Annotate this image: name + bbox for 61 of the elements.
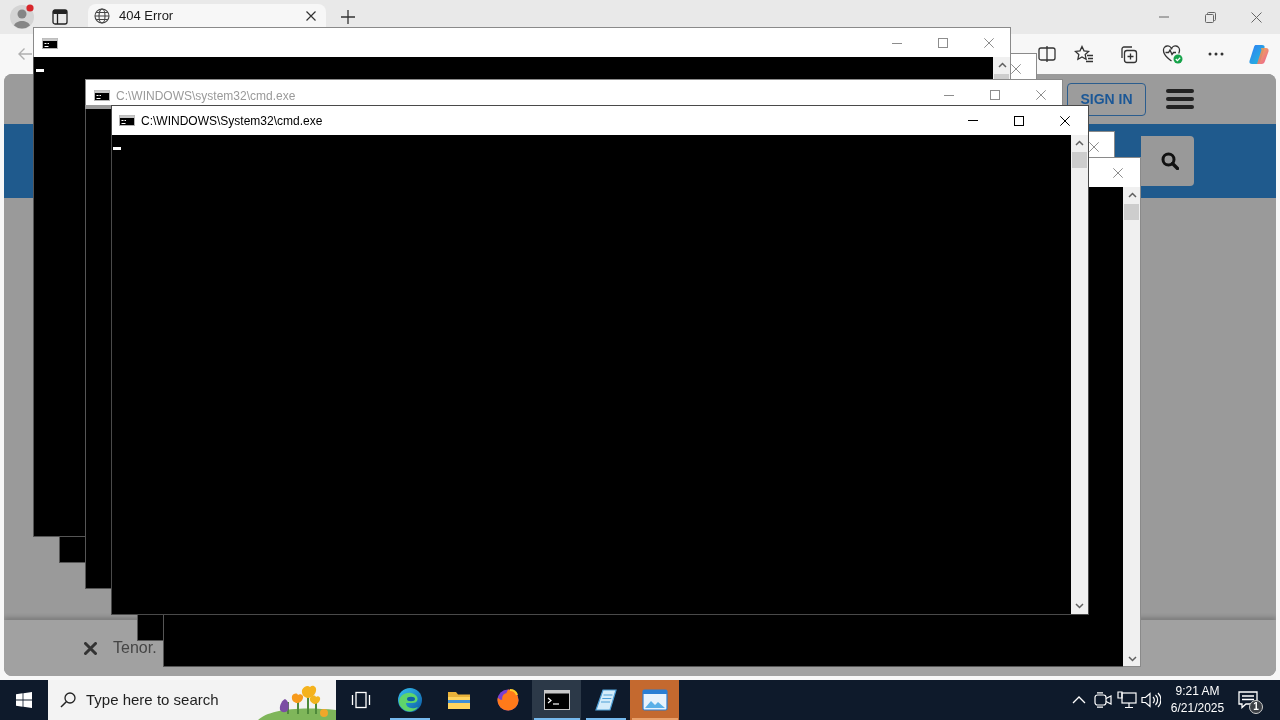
window-title: C:\WINDOWS\System32\cmd.exe <box>141 112 323 130</box>
close-icon[interactable] <box>306 10 316 21</box>
search-icon <box>60 692 76 708</box>
minimize-icon <box>968 120 978 121</box>
maximize-icon[interactable] <box>990 90 1000 100</box>
chevron-up-icon[interactable] <box>1075 140 1084 146</box>
browser-tab[interactable]: 404 Error <box>88 4 326 27</box>
task-view-icon <box>350 691 371 709</box>
maximize-icon <box>1014 115 1024 126</box>
notification-dot-icon <box>26 4 34 12</box>
chevron-down-icon[interactable] <box>1128 656 1137 662</box>
heart-check-icon[interactable] <box>1161 44 1183 64</box>
sidebar-layout-icon[interactable] <box>52 9 68 25</box>
globe-icon <box>94 7 110 24</box>
speaker-icon[interactable] <box>1141 691 1161 709</box>
folder-icon <box>446 689 471 711</box>
scrollbar[interactable] <box>1123 187 1141 667</box>
app-logo-icon[interactable] <box>1248 43 1270 65</box>
console-icon <box>42 38 58 49</box>
search-button[interactable] <box>1141 136 1194 186</box>
scrollbar-thumb[interactable] <box>1124 204 1139 220</box>
clock-date[interactable]: 6/21/2025 <box>1170 700 1225 718</box>
terminal-icon <box>543 690 570 710</box>
swirl-icon <box>396 687 423 713</box>
restore-icon[interactable] <box>1204 11 1216 23</box>
avatar-icon[interactable] <box>9 4 35 30</box>
window-panes-icon <box>16 692 32 708</box>
chevron-up-icon[interactable] <box>998 62 1007 68</box>
chevron-up-icon[interactable] <box>1128 192 1137 198</box>
picture-window-icon <box>641 689 668 711</box>
console-icon <box>119 115 135 126</box>
chevron-up-icon <box>1072 696 1086 704</box>
scrollbar-thumb[interactable] <box>1072 152 1087 168</box>
plus-icon[interactable] <box>341 10 355 24</box>
stack-plus-icon[interactable] <box>1118 44 1138 64</box>
chevron-down-icon[interactable] <box>1075 603 1084 609</box>
search-field[interactable]: Type here to search <box>86 688 244 712</box>
footer-text: Tenor. <box>113 638 157 658</box>
notifications-button[interactable]: 1 <box>1232 680 1264 720</box>
scrollbar[interactable] <box>1071 135 1088 614</box>
scrollbar[interactable] <box>993 57 1011 79</box>
more-options-icon[interactable] <box>1208 52 1224 56</box>
menu-icon[interactable] <box>1166 89 1194 109</box>
search-icon <box>1161 152 1179 170</box>
taskbar-button[interactable] <box>532 680 581 720</box>
clock-time[interactable]: 9:21 AM <box>1175 682 1220 700</box>
notepad-icon <box>593 688 618 712</box>
network-icon[interactable] <box>1117 691 1137 709</box>
search-box[interactable]: Type here to search <box>48 680 336 720</box>
close-icon <box>1060 115 1070 126</box>
camera-icon[interactable] <box>1094 692 1112 708</box>
ringed-globe-icon <box>495 688 520 712</box>
message-icon <box>1238 691 1258 709</box>
notification-badge: 1 <box>1249 700 1263 714</box>
split-screen-icon[interactable] <box>1038 45 1056 63</box>
star-list-icon[interactable] <box>1074 45 1094 63</box>
maximize-icon[interactable] <box>938 38 948 48</box>
close-icon[interactable] <box>84 641 97 655</box>
console-icon <box>94 90 110 101</box>
window-title: C:\WINDOWS\system32\cmd.exe <box>116 88 296 105</box>
scrollbar-thumb[interactable] <box>994 74 1009 79</box>
